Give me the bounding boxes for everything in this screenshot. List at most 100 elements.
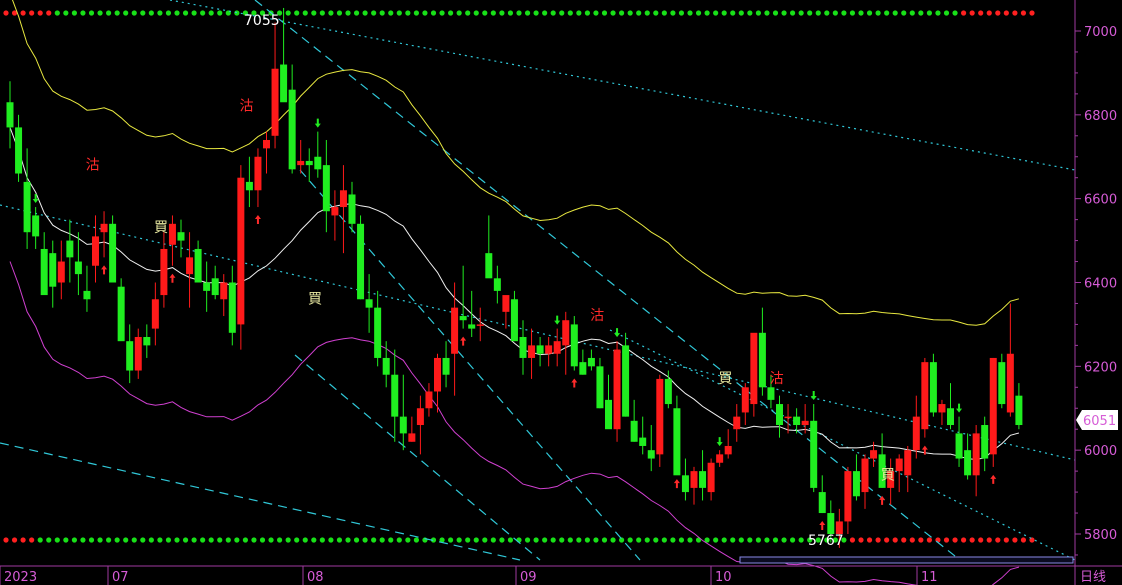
signal-dot	[918, 10, 924, 16]
candle-body	[100, 223, 108, 233]
signal-dot	[884, 537, 890, 543]
signal-dot	[148, 10, 154, 16]
signal-dot	[986, 537, 992, 543]
candle-body	[32, 215, 40, 237]
signal-dot	[405, 10, 411, 16]
signal-dot	[208, 10, 214, 16]
candle-body	[681, 475, 689, 493]
signal-dot	[319, 537, 325, 543]
signal-dot	[926, 537, 933, 543]
signal-dot	[832, 10, 838, 16]
signal-dot	[721, 537, 727, 543]
candle-body	[972, 433, 980, 476]
sell-arrow-icon	[614, 328, 621, 338]
signal-dot	[37, 10, 43, 16]
signal-dot	[294, 537, 300, 543]
candle-body	[929, 362, 937, 413]
signal-dot	[191, 10, 197, 16]
signal-dot	[952, 537, 958, 543]
signal-dot	[140, 537, 146, 543]
buy-arrow-icon	[990, 474, 997, 484]
signal-text-label: 沽	[240, 99, 254, 115]
signal-dot	[174, 537, 180, 543]
signal-dot	[131, 537, 137, 543]
signal-dot	[926, 10, 933, 16]
y-tick-label: 7000	[1084, 25, 1117, 40]
low-price-label: 5767	[808, 533, 844, 549]
signal-dot	[46, 537, 52, 543]
signal-dot	[892, 10, 898, 16]
candle-body	[673, 408, 681, 476]
candle-body	[724, 445, 732, 455]
candle-body	[664, 378, 672, 405]
candle-body	[545, 345, 553, 354]
x-tick-2023: 2023	[4, 570, 37, 585]
signal-dot	[866, 537, 873, 543]
signal-dot	[499, 537, 505, 543]
signal-dot	[302, 537, 308, 543]
signal-text-label: 沽	[86, 157, 100, 173]
signal-dot	[71, 10, 77, 16]
candle-body	[827, 513, 835, 534]
scroll-bar[interactable]	[739, 556, 1074, 564]
signal-dot	[790, 537, 796, 543]
signal-text-label: 沽	[770, 371, 784, 387]
signal-dot	[507, 10, 514, 16]
signal-dot	[884, 10, 890, 16]
signal-text-label: 沽	[590, 308, 604, 324]
signal-dot	[747, 537, 753, 543]
signal-dot	[336, 537, 343, 543]
candle-body	[143, 336, 151, 346]
candle-body	[451, 307, 459, 354]
signal-dot	[601, 537, 608, 543]
signal-dot	[482, 10, 488, 16]
signal-dot	[242, 537, 248, 543]
signal-dot	[687, 537, 693, 543]
signal-dot	[738, 537, 744, 543]
signal-dot	[396, 10, 402, 16]
signal-dot	[1020, 537, 1027, 543]
candle-body	[613, 349, 621, 430]
signal-dot	[328, 537, 334, 543]
candle-body	[553, 341, 561, 354]
signal-dot	[755, 537, 762, 543]
y-axis-ticks: 7000 6800 6600 6400 6200 6000 5800	[1075, 25, 1117, 556]
signal-dot	[969, 537, 975, 543]
signal-dot	[567, 10, 573, 16]
signal-dot	[114, 10, 120, 16]
signal-dot	[379, 537, 385, 543]
signal-dot	[285, 537, 291, 543]
candle-body	[784, 416, 792, 419]
signal-dot	[542, 537, 548, 543]
candle-body	[912, 416, 920, 451]
signal-dot	[1029, 10, 1035, 16]
trendline-channel-dashed-b	[294, 354, 541, 561]
candle-body	[186, 257, 194, 275]
signal-dot	[678, 10, 685, 16]
signal-dot	[413, 537, 419, 543]
candle-body	[485, 253, 493, 279]
candle-body	[459, 316, 467, 321]
signal-dot	[353, 537, 360, 543]
buy-arrow-icon	[819, 521, 826, 531]
signal-dot	[995, 537, 1001, 543]
signal-dot	[815, 10, 821, 16]
signal-dot	[961, 10, 967, 16]
signal-dot	[345, 10, 351, 16]
signal-dot	[259, 537, 266, 543]
signal-dot	[713, 537, 719, 543]
signal-dot	[311, 537, 317, 543]
signal-dot	[165, 10, 172, 16]
signal-dot	[217, 10, 223, 16]
signal-dot	[80, 537, 86, 543]
trendline-lower-dashed	[0, 442, 521, 561]
candle-body	[639, 437, 647, 446]
signal-dot	[302, 10, 308, 16]
buy-arrow-icon	[101, 265, 108, 275]
candle-body	[83, 290, 91, 300]
signal-dot	[456, 10, 462, 16]
signal-dot	[747, 10, 753, 16]
signal-dot	[995, 10, 1001, 16]
signal-dot	[379, 10, 385, 16]
candle-body	[66, 240, 74, 258]
